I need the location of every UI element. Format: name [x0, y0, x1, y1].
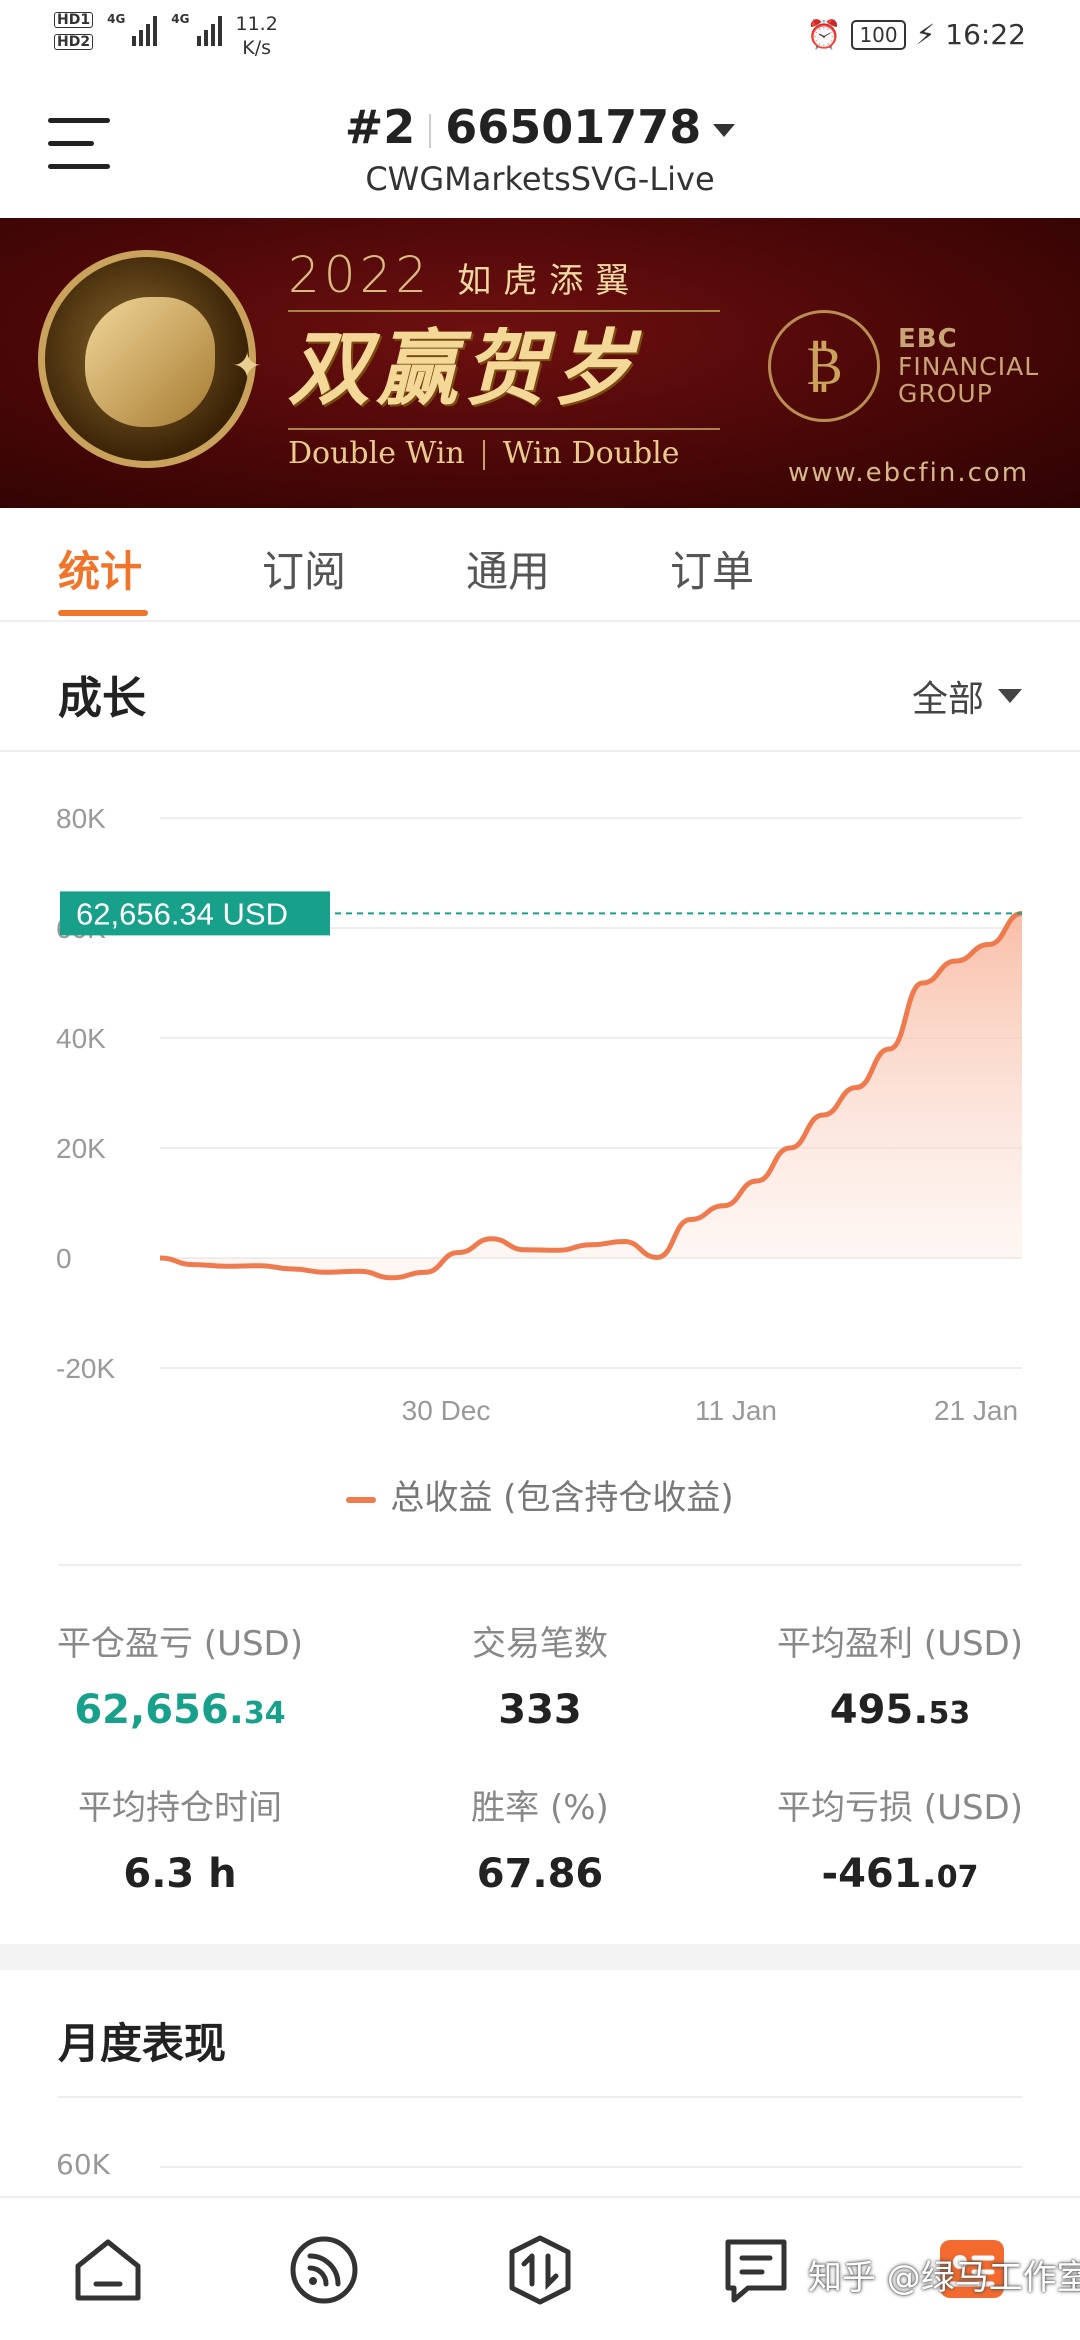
stat-value: 333 — [498, 1687, 582, 1733]
hd2-badge: HD2 — [54, 34, 94, 50]
feed-icon[interactable] — [286, 2232, 362, 2308]
app-header: #2 66501778 CWGMarketsSVG-Live — [0, 72, 1080, 218]
home-icon[interactable] — [70, 2232, 146, 2308]
account-selector[interactable]: #2 66501778 — [0, 100, 1080, 154]
stat-value: 67.86 — [476, 1851, 604, 1897]
section-gap — [0, 1944, 1080, 1970]
speed-unit: K/s — [242, 37, 272, 59]
x-tick-label: 11 Jan — [695, 1395, 777, 1426]
y-tick-label: -20K — [56, 1353, 115, 1384]
hd1-badge: HD1 — [54, 12, 94, 28]
stat-label: 平均持仓时间 — [78, 1788, 282, 1828]
stat-label: 平仓盈亏 (USD) — [57, 1624, 303, 1664]
speed-value: 11.2 — [235, 13, 278, 35]
status-bar: HD1 HD2 4G 4G 11.2 K/s ⏰ 100 ⚡ 16:22 — [0, 0, 1080, 72]
legend-label: 总收益 (包含持仓收益) — [390, 1478, 734, 1518]
hd-indicator: HD1 HD2 — [54, 12, 94, 50]
alarm-icon: ⏰ — [806, 18, 842, 51]
stat-value: 495.53 — [829, 1687, 971, 1733]
account-number: 66501778 — [445, 100, 702, 154]
server-name: CWGMarketsSVG-Live — [365, 160, 715, 198]
tab-general[interactable]: 通用 — [466, 538, 550, 599]
battery-icon: 100 — [851, 19, 906, 50]
brand-line2: FINANCIAL — [898, 352, 1040, 381]
x-tick-label: 30 Dec — [402, 1395, 491, 1426]
monthly-title: 月度表现 — [58, 2019, 227, 2068]
brand-line3: GROUP — [898, 379, 993, 408]
stat-closed-pnl: 平仓盈亏 (USD) 62,656.34 — [10, 1616, 350, 1733]
y-tick-label: 20K — [56, 1133, 106, 1164]
promo-banner[interactable]: ✦ 2022 如虎添翼 双赢贺岁 Double Win Win Double ₿ … — [0, 218, 1080, 508]
stat-win-rate: 胜率 (%) 67.86 — [370, 1780, 710, 1897]
charging-icon: ⚡ — [915, 18, 936, 51]
stat-label: 平均盈利 (USD) — [777, 1624, 1023, 1664]
stat-trade-count: 交易笔数 333 — [370, 1616, 710, 1733]
stat-avg-loss: 平均亏损 (USD) -461.07 — [730, 1780, 1070, 1897]
network-type-1: 4G — [107, 12, 126, 26]
signal-icon-2: 4G — [171, 12, 222, 46]
banner-idiom: 如虎添翼 — [457, 261, 642, 301]
section-title: 成长 — [58, 673, 146, 724]
brand-text: EBC FINANCIAL GROUP — [898, 324, 1040, 408]
tab-orders[interactable]: 订单 — [670, 538, 754, 599]
stat-avg-profit: 平均盈利 (USD) 495.53 — [730, 1616, 1070, 1733]
y-tick-label: 40K — [56, 1023, 106, 1054]
tab-active-indicator — [58, 610, 148, 616]
brand-short: EBC — [898, 324, 958, 354]
watermark: 知乎 @绿马工作室 — [808, 2258, 1080, 2298]
divider — [58, 1564, 1022, 1566]
growth-section-header: 成长 全部 — [0, 622, 1080, 752]
network-speed: 11.2 K/s — [236, 12, 278, 60]
tab-bar: 统计 订阅 通用 订单 — [0, 508, 1080, 622]
banner-tagline: Double Win Win Double — [288, 436, 720, 471]
tiger-logo — [38, 250, 256, 468]
growth-chart-svg: 80K60K40K20K0-20K30 Dec11 Jan21 Jan62,65… — [56, 803, 1023, 1426]
banner-year: 2022 — [288, 246, 432, 304]
chart-legend: 总收益 (包含持仓收益) — [0, 1470, 1080, 1519]
tagline-left: Double Win — [288, 436, 465, 471]
legend-swatch — [346, 1496, 377, 1503]
y-tick-label: 0 — [56, 1243, 72, 1274]
tab-subscribe[interactable]: 订阅 — [262, 538, 346, 599]
stat-avg-hold-time: 平均持仓时间 6.3 h — [10, 1780, 350, 1897]
monthly-axis-tick: 60K — [56, 2148, 110, 2181]
divider — [58, 2096, 1022, 2098]
account-prefix: #2 — [344, 100, 416, 154]
tagline-right: Win Double — [502, 436, 680, 471]
sparkle-icon: ✦ — [232, 346, 263, 387]
trade-icon[interactable] — [502, 2232, 578, 2308]
y-tick-label: 80K — [56, 803, 106, 834]
growth-chart: 80K60K40K20K0-20K30 Dec11 Jan21 Jan62,65… — [0, 752, 1080, 1532]
network-type-2: 4G — [171, 12, 190, 26]
stat-label: 胜率 (%) — [471, 1788, 609, 1828]
tab-stats[interactable]: 统计 — [58, 538, 142, 599]
banner-headline: 双赢贺岁 — [288, 322, 640, 417]
banner-url: www.ebcfin.com — [788, 458, 1030, 488]
range-filter-label: 全部 — [911, 679, 984, 720]
current-value-label: 62,656.34 USD — [76, 896, 288, 931]
clock: 16:22 — [945, 18, 1026, 51]
area-fill — [160, 913, 1022, 1278]
chevron-down-icon — [998, 689, 1022, 703]
stat-label: 平均亏损 (USD) — [777, 1788, 1023, 1828]
stats-grid: 平仓盈亏 (USD) 62,656.34 交易笔数 333 平均盈利 (USD)… — [0, 1580, 1080, 1940]
stat-value: 6.3 h — [123, 1851, 237, 1897]
stat-label: 交易笔数 — [472, 1624, 608, 1664]
x-tick-label: 21 Jan — [934, 1395, 1018, 1426]
stat-value: -461.07 — [821, 1851, 979, 1897]
ebc-logo-icon: ₿ — [768, 310, 880, 422]
monthly-gridline — [160, 2166, 1022, 2168]
range-filter-dropdown[interactable]: 全部 — [912, 670, 1022, 722]
orders-icon[interactable] — [718, 2232, 794, 2308]
chevron-down-icon — [713, 124, 736, 137]
stat-value: 62,656.34 — [74, 1687, 286, 1733]
signal-icon: 4G — [107, 12, 158, 46]
